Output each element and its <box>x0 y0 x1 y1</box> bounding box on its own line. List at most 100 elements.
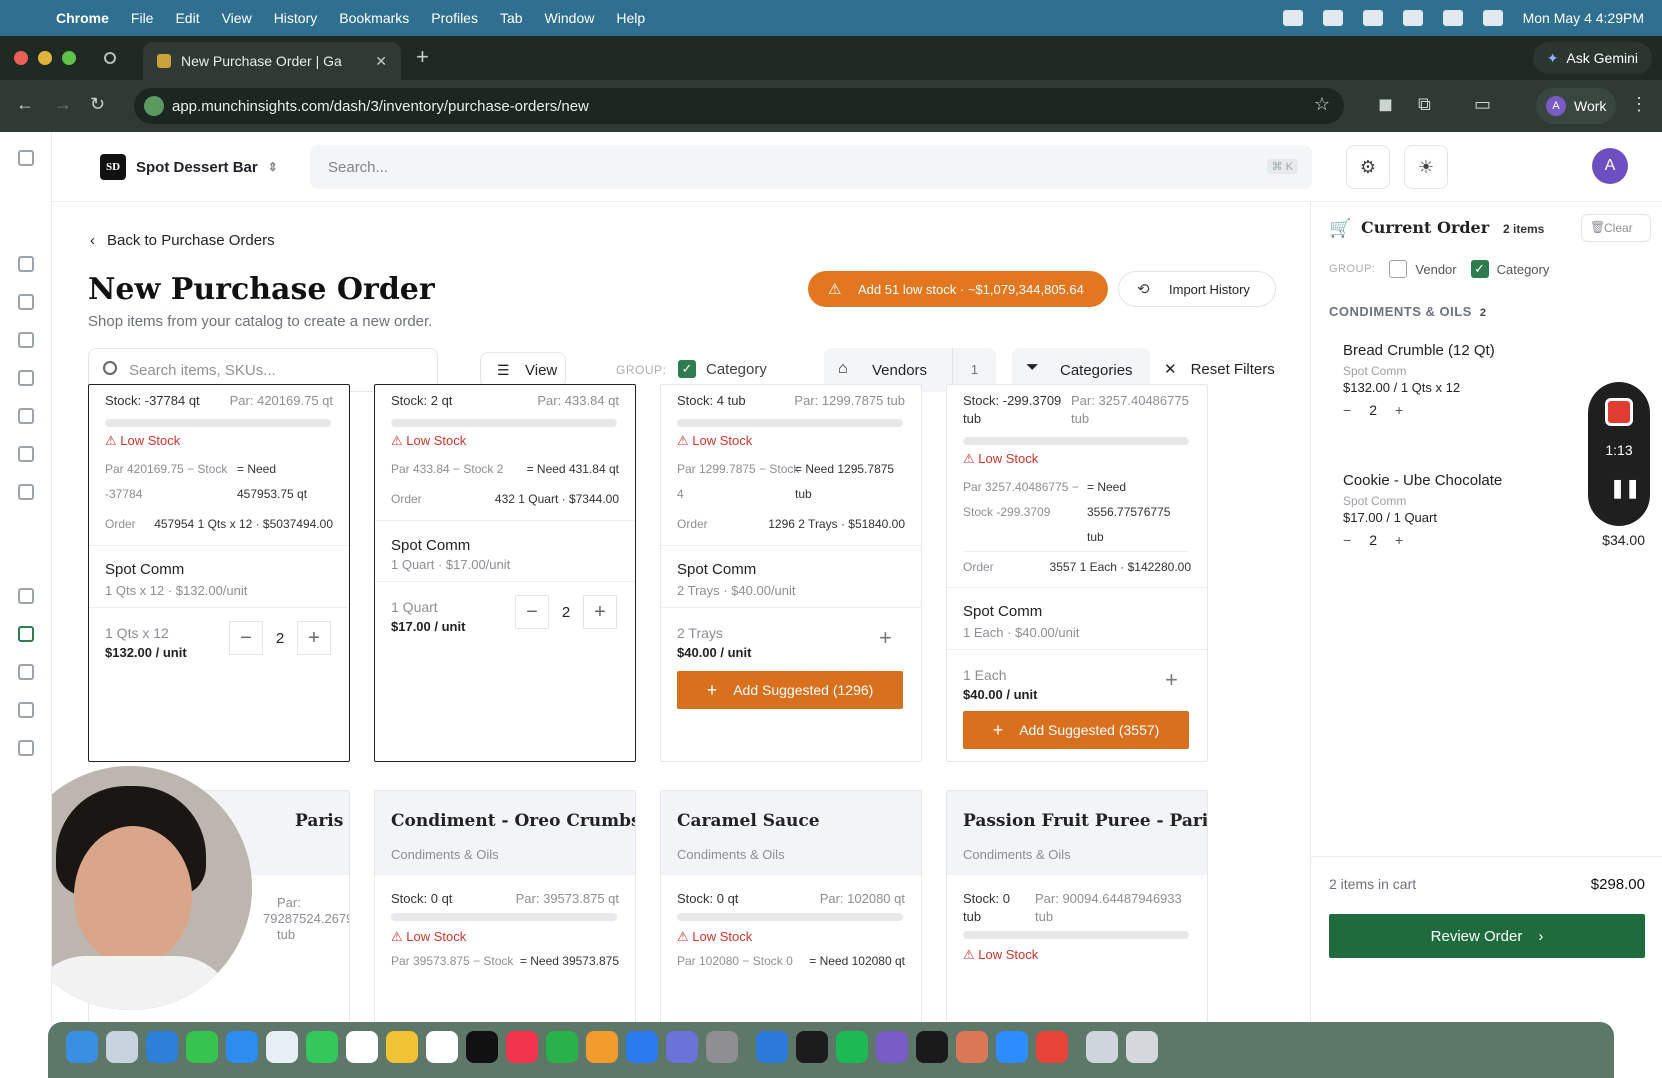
truck-icon[interactable] <box>18 702 34 718</box>
group-by-category-checkbox[interactable]: ✓ Category <box>678 360 767 378</box>
global-search-input[interactable]: Search... ⌘ K <box>310 145 1312 189</box>
checklist-icon[interactable] <box>18 740 34 756</box>
zoom-status-icon[interactable] <box>1282 10 1303 26</box>
quantity-value[interactable]: 2 <box>263 630 297 647</box>
discord-icon[interactable] <box>666 1031 698 1063</box>
review-order-button[interactable]: Review Order › <box>1329 914 1645 958</box>
chrome-menu-icon[interactable]: ⋮ <box>1630 94 1648 115</box>
theme-toggle-sun-icon[interactable]: ☀ <box>1404 145 1448 189</box>
product-card[interactable]: Stock: 2 qt Par: 433.84 qt Low Stock Par… <box>374 384 636 762</box>
minimize-window-icon[interactable] <box>38 51 52 65</box>
extensions-puzzle-icon[interactable]: ⧉ <box>1418 94 1431 115</box>
chrome-icon[interactable] <box>1036 1031 1068 1063</box>
menu-history[interactable]: History <box>274 10 318 26</box>
increment-button[interactable]: + <box>583 595 617 629</box>
view-button[interactable]: ☰ View <box>480 352 566 388</box>
trash-icon[interactable] <box>1126 1031 1158 1063</box>
new-tab-icon[interactable]: + <box>416 44 429 70</box>
screen-share-icon[interactable] <box>1322 10 1343 26</box>
home-icon[interactable] <box>18 256 34 272</box>
pause-icon[interactable]: ❚❚ <box>1610 478 1640 499</box>
sparkle-icon[interactable] <box>18 294 34 310</box>
increment-button[interactable]: + <box>297 621 331 655</box>
sidebar-toggle-icon[interactable] <box>18 150 34 166</box>
app-icon[interactable] <box>876 1031 908 1063</box>
app-store-icon[interactable] <box>626 1031 658 1063</box>
checkbox-checked-icon[interactable]: ✓ <box>678 360 696 378</box>
increment-button[interactable]: + <box>1395 532 1403 548</box>
decrement-button[interactable]: − <box>1343 402 1351 418</box>
checkbox-checked-icon[interactable]: ✓ <box>1470 260 1489 278</box>
trend-down-icon[interactable] <box>18 370 34 386</box>
order-qty-value[interactable]: 2 <box>1369 532 1377 548</box>
back-arrow-icon[interactable]: ← <box>16 94 34 115</box>
spotify-icon[interactable] <box>836 1031 868 1063</box>
calendar-app-icon[interactable] <box>346 1031 378 1063</box>
import-history-button[interactable]: ⟲ Import History <box>1118 271 1276 307</box>
spotlight-icon[interactable] <box>1442 10 1463 26</box>
order-qty-value[interactable]: 2 <box>1369 402 1377 418</box>
add-suggested-button[interactable]: + Add Suggested (3557) <box>963 711 1189 749</box>
zoom-icon[interactable] <box>996 1031 1028 1063</box>
group-category-checkbox[interactable]: ✓ Category <box>1470 260 1549 278</box>
messages-icon[interactable] <box>186 1031 218 1063</box>
menu-app[interactable]: Chrome <box>56 10 109 26</box>
site-info-icon[interactable] <box>144 96 164 116</box>
menu-edit[interactable]: Edit <box>175 10 199 26</box>
quantity-stepper[interactable]: − 2 + <box>229 621 331 655</box>
menu-view[interactable]: View <box>222 10 252 26</box>
invoice-icon[interactable] <box>18 664 34 680</box>
product-card[interactable]: Condiment - Oreo Crumbs Condiments & Oil… <box>374 790 636 1022</box>
maximize-window-icon[interactable] <box>62 51 76 65</box>
close-tab-icon[interactable]: ✕ <box>375 53 387 70</box>
music-icon[interactable] <box>506 1031 538 1063</box>
menu-help[interactable]: Help <box>616 10 645 26</box>
finder-icon[interactable] <box>66 1031 98 1063</box>
checkbox-unchecked-icon[interactable] <box>1389 260 1408 278</box>
downloads-folder-icon[interactable] <box>1086 1031 1118 1063</box>
quantity-value[interactable]: 2 <box>549 604 583 621</box>
clear-order-button[interactable]: 🗑 Clear <box>1581 214 1651 242</box>
mail-icon[interactable] <box>226 1031 258 1063</box>
calendar-icon[interactable] <box>18 484 34 500</box>
increment-button[interactable]: + <box>1395 402 1403 418</box>
close-window-icon[interactable] <box>14 51 28 65</box>
browser-tab-active[interactable]: New Purchase Order | Ga ✕ <box>143 42 401 80</box>
facetime-icon[interactable] <box>306 1031 338 1063</box>
add-one-button[interactable]: + <box>879 625 892 651</box>
product-card[interactable]: Stock: -299.3709 tub Par: 3257.40486775 … <box>946 384 1208 762</box>
launchpad-icon[interactable] <box>106 1031 138 1063</box>
chatgpt-icon[interactable] <box>916 1031 948 1063</box>
photos-icon[interactable] <box>386 1031 418 1063</box>
battery-icon[interactable] <box>1402 10 1423 26</box>
profile-button[interactable]: A Work <box>1536 88 1616 124</box>
system-settings-icon[interactable] <box>706 1031 738 1063</box>
settings-gear-icon[interactable]: ⚙ <box>1346 145 1390 189</box>
product-card[interactable]: Caramel Sauce Condiments & Oils Stock: 0… <box>660 790 922 1022</box>
ask-gemini-button[interactable]: ✦ Ask Gemini <box>1532 42 1652 74</box>
reset-filters-button[interactable]: ✕ Reset Filters <box>1164 360 1275 379</box>
menu-bookmarks[interactable]: Bookmarks <box>339 10 409 26</box>
user-avatar[interactable]: A <box>1592 148 1628 184</box>
add-low-stock-button[interactable]: ⚠ Add 51 low stock · ~$1,079,344,805.64 <box>808 271 1108 307</box>
forward-arrow-icon[interactable]: → <box>54 94 72 115</box>
pages-icon[interactable] <box>586 1031 618 1063</box>
safari-icon[interactable] <box>146 1031 178 1063</box>
menu-tab[interactable]: Tab <box>500 10 523 26</box>
claude-icon[interactable] <box>956 1031 988 1063</box>
decrement-button[interactable]: − <box>515 595 549 629</box>
numbers-icon[interactable] <box>546 1031 578 1063</box>
order-qty-stepper[interactable]: − 2 + <box>1343 532 1403 548</box>
notes-icon[interactable] <box>426 1031 458 1063</box>
address-bar[interactable]: app.munchinsights.com/dash/3/inventory/p… <box>134 88 1344 124</box>
reading-mode-icon[interactable]: ▭ <box>1474 94 1491 115</box>
menu-profiles[interactable]: Profiles <box>431 10 478 26</box>
clipboard-icon[interactable] <box>18 332 34 348</box>
trend-up-icon[interactable] <box>18 408 34 424</box>
store-icon[interactable] <box>18 588 34 604</box>
order-qty-stepper[interactable]: − 2 + <box>1343 402 1403 418</box>
product-card[interactable]: Passion Fruit Puree - Paris ... Condimen… <box>946 790 1208 1022</box>
menu-window[interactable]: Window <box>545 10 595 26</box>
stop-recording-icon[interactable] <box>1605 398 1633 426</box>
decrement-button[interactable]: − <box>229 621 263 655</box>
